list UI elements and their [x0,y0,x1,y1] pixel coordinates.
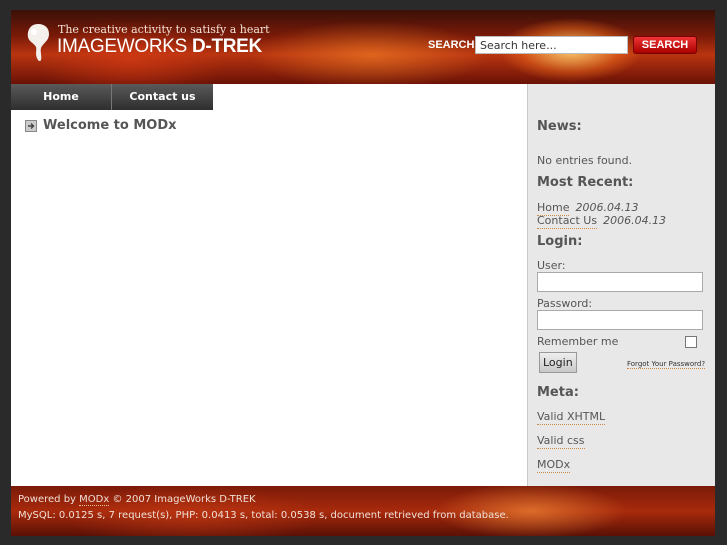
meta-item: Valid XHTML [537,410,606,425]
site-tagline: The creative activity to satisfy a heart [58,23,270,36]
search-input[interactable] [475,36,628,54]
sidebar: News: No entries found. Most Recent: Hom… [527,84,715,486]
site-footer: Powered by MODx © 2007 ImageWorks D-TREK… [11,486,715,536]
brand-part-1: IMAGEWORKS [57,36,192,57]
username-field[interactable] [537,272,703,292]
search-button[interactable]: SEARCH [633,36,697,54]
recent-item: Contact Us 2006.04.13 [537,214,667,229]
forgot-password-row: Forgot Your Password? [627,356,706,369]
meta-item: Valid css [537,434,585,449]
password-field[interactable] [537,310,703,330]
footer-powered-prefix: Powered by [18,494,80,505]
recent-date: 2006.04.13 [603,214,667,227]
main-nav: Home Contact us [11,84,213,110]
footer-modx-link[interactable]: MODx [79,494,110,506]
forgot-password-link[interactable]: Forgot Your Password? [627,360,706,369]
most-recent-heading: Most Recent: [537,175,634,190]
brand-part-2: D-TREK [192,36,262,57]
nav-item-contact-us[interactable]: Contact us [112,84,213,110]
page-title: Welcome to MODx [25,118,177,133]
arrow-right-icon [25,119,37,132]
recent-date: 2006.04.13 [575,201,639,214]
site-brand[interactable]: IMAGEWORKS D-TREK [57,36,262,58]
login-button[interactable]: Login [539,352,577,373]
nav-item-home[interactable]: Home [11,84,112,110]
page-title-text: Welcome to MODx [43,118,177,133]
recent-item: Home 2006.04.13 [537,201,639,216]
footer-stats: MySQL: 0.0125 s, 7 request(s), PHP: 0.04… [18,510,509,521]
footer-credits: Powered by MODx © 2007 ImageWorks D-TREK [18,494,256,506]
search-label: SEARCH [428,39,475,51]
remember-me-checkbox[interactable] [685,336,697,348]
page: The creative activity to satisfy a heart… [11,10,715,536]
paint-drop-logo-icon [27,24,49,62]
news-heading: News: [537,119,582,134]
meta-item: MODx [537,458,571,473]
footer-copyright: © 2007 ImageWorks D-TREK [109,494,256,505]
recent-link-contact-us[interactable]: Contact Us [537,214,598,229]
meta-link-valid-css[interactable]: Valid css [537,434,585,449]
user-label: User: [537,259,566,272]
login-heading: Login: [537,234,583,249]
site-header: The creative activity to satisfy a heart… [11,10,715,84]
news-empty-text: No entries found. [537,154,633,167]
remember-me-label: Remember me [537,335,619,348]
main-content: Welcome to MODx [11,110,527,486]
password-label: Password: [537,297,593,310]
meta-link-modx[interactable]: MODx [537,458,571,473]
meta-link-valid-xhtml[interactable]: Valid XHTML [537,410,606,425]
meta-heading: Meta: [537,385,579,400]
